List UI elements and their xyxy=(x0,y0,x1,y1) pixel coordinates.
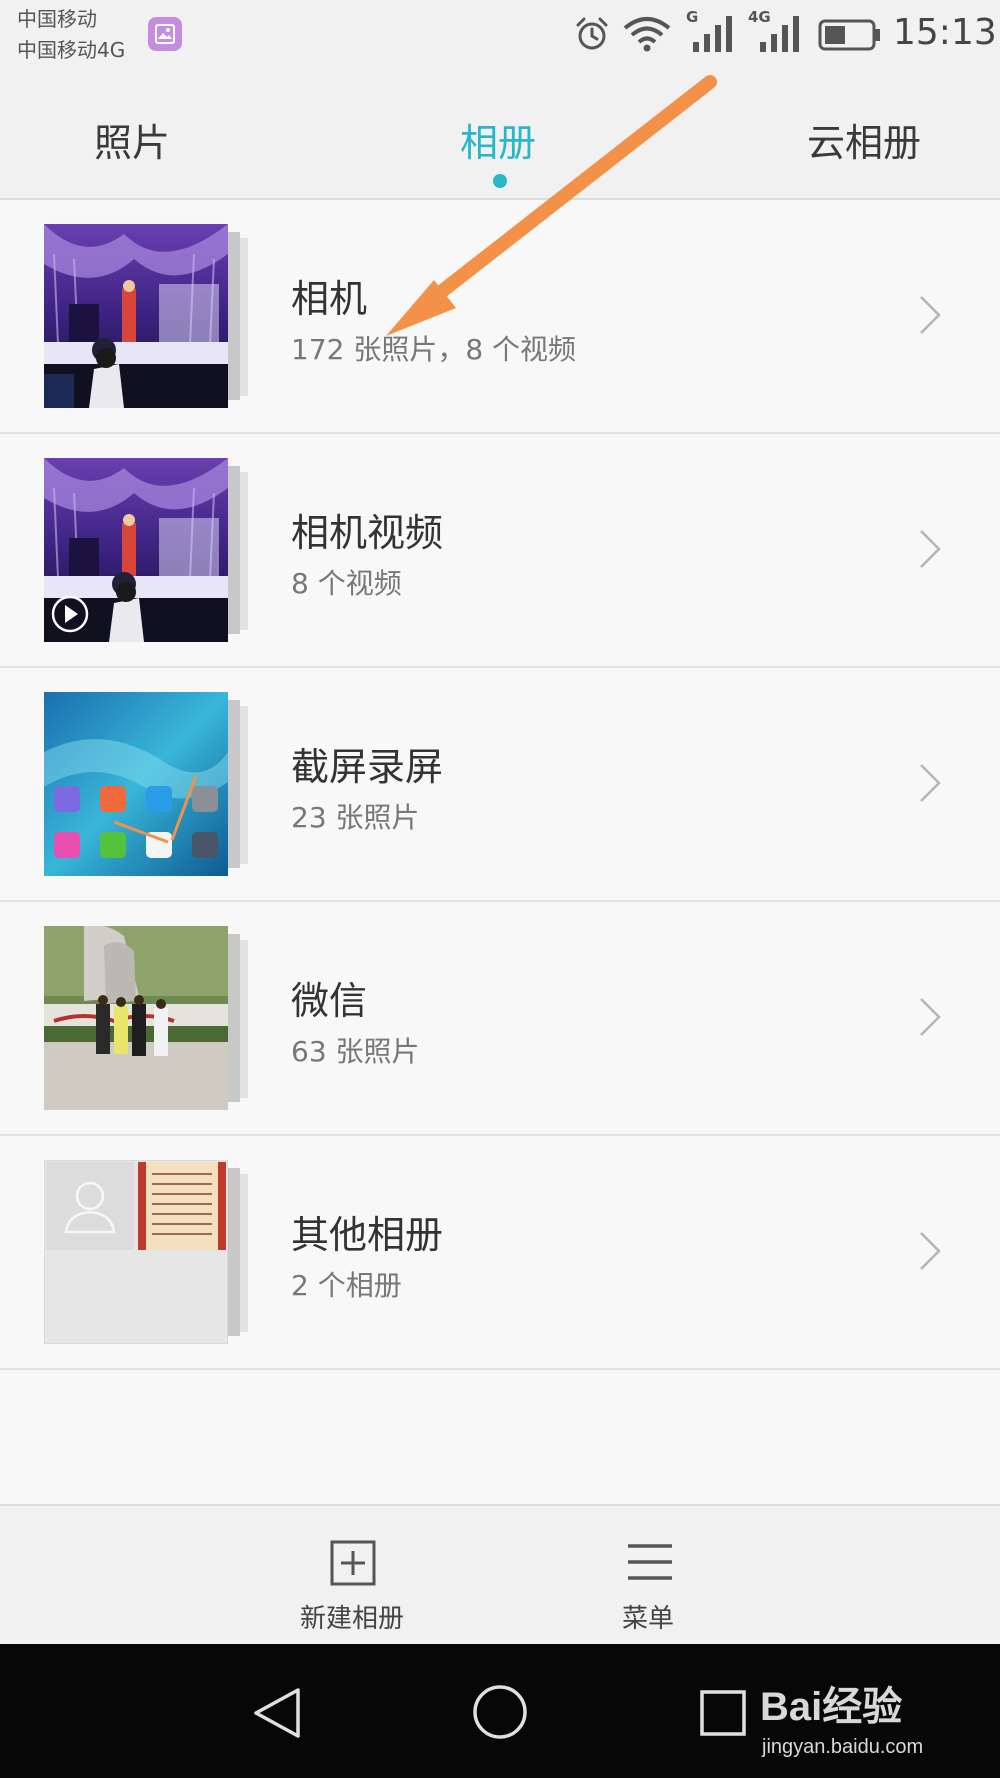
add-box-icon xyxy=(330,1540,376,1586)
album-thumbnail xyxy=(44,692,228,876)
album-list: 相机 172 张照片，8 个视频 相机视频 8 个视频 截屏录屏 23 张照片 … xyxy=(0,200,1000,1370)
bottom-toolbar: 新建相册 菜单 xyxy=(0,1504,1000,1644)
album-thumbnail-stack xyxy=(44,458,250,642)
album-title: 微信 xyxy=(291,979,368,1023)
album-title: 截屏录屏 xyxy=(291,745,444,789)
album-row-screenshots[interactable]: 截屏录屏 23 张照片 xyxy=(0,668,1000,902)
album-title: 相机视频 xyxy=(291,511,444,555)
album-row-camera-videos[interactable]: 相机视频 8 个视频 xyxy=(0,434,1000,668)
menu-button[interactable]: 菜单 xyxy=(548,1506,748,1646)
chevron-right-icon xyxy=(920,998,941,1036)
watermark-main: Bai经验 xyxy=(760,1685,903,1729)
active-tab-indicator xyxy=(493,174,507,188)
album-thumbnail-stack xyxy=(44,1160,250,1344)
battery-icon xyxy=(818,19,880,51)
watermark-sub: jingyan.baidu.com xyxy=(762,1736,924,1758)
wifi-icon xyxy=(623,17,671,52)
album-thumbnail-stack xyxy=(44,926,250,1110)
signal-icon-2 xyxy=(760,16,799,52)
tab-bar: 照片 相册 云相册 xyxy=(0,72,1000,200)
baidu-watermark: Bai经验 jingyan.baidu.com xyxy=(760,1674,923,1759)
tab-albums[interactable]: 相册 xyxy=(460,112,536,167)
album-count: 23 张照片 xyxy=(291,801,420,834)
chevron-right-icon xyxy=(920,1232,941,1270)
new-album-button[interactable]: 新建相册 xyxy=(252,1506,452,1646)
carrier-name-2: 中国移动4G xyxy=(17,38,126,62)
home-icon[interactable] xyxy=(472,1684,528,1740)
menu-icon xyxy=(628,1544,672,1580)
status-bar: 中国移动 中国移动4G G 4G 15:13 xyxy=(0,0,1000,72)
chevron-right-icon xyxy=(920,296,941,334)
menu-label: 菜单 xyxy=(621,1604,674,1634)
album-title: 其他相册 xyxy=(291,1213,444,1257)
album-count: 8 个视频 xyxy=(291,567,402,600)
album-thumbnail-stack xyxy=(44,224,250,408)
gallery-notification-icon xyxy=(148,17,182,51)
album-row-other-albums[interactable]: 其他相册 2 个相册 xyxy=(0,1136,1000,1370)
clock: 15:13 xyxy=(893,12,997,53)
tab-cloud-albums[interactable]: 云相册 xyxy=(807,112,921,167)
album-count: 2 个相册 xyxy=(291,1269,402,1302)
recents-icon[interactable] xyxy=(699,1689,747,1737)
album-row-camera[interactable]: 相机 172 张照片，8 个视频 xyxy=(0,200,1000,434)
back-icon[interactable] xyxy=(250,1686,304,1740)
signal-icon xyxy=(693,16,732,52)
album-thumbnail-stack xyxy=(44,692,250,876)
new-album-label: 新建相册 xyxy=(299,1604,404,1634)
album-row-wechat[interactable]: 微信 63 张照片 xyxy=(0,902,1000,1136)
album-thumbnail xyxy=(44,224,228,408)
album-thumbnail xyxy=(44,458,228,642)
chevron-right-icon xyxy=(920,764,941,802)
album-count: 63 张照片 xyxy=(291,1035,420,1068)
album-count: 172 张照片，8 个视频 xyxy=(291,333,577,366)
album-thumbnail xyxy=(44,1160,228,1344)
tab-photos[interactable]: 照片 xyxy=(94,112,170,167)
chevron-right-icon xyxy=(920,530,941,568)
album-title: 相机 xyxy=(291,277,368,321)
screen: 中国移动 中国移动4G G 4G 15:13 照片 相册 云相册 相机 172 … xyxy=(0,0,1000,1778)
system-nav-bar: Bai经验 jingyan.baidu.com xyxy=(0,1644,1000,1778)
album-thumbnail xyxy=(44,926,228,1110)
alarm-icon xyxy=(576,17,608,50)
carrier-name-1: 中国移动 xyxy=(17,7,97,31)
